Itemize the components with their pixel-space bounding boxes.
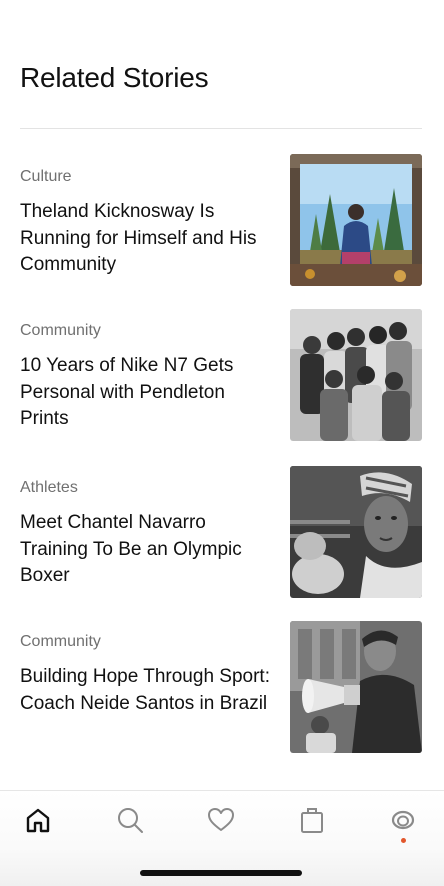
story-category: Community <box>20 633 101 650</box>
tab-bag[interactable] <box>297 805 327 835</box>
story-thumbnail-coach-megaphone[interactable] <box>290 621 422 753</box>
story-title[interactable]: Theland Kicknosway Is Running for Himsel… <box>20 199 272 279</box>
tab-profile[interactable] <box>388 805 418 835</box>
story-thumbnail-forest-runner[interactable] <box>290 154 422 286</box>
coach-megaphone-photo <box>290 621 422 753</box>
tab-favorites[interactable] <box>206 805 236 835</box>
story-text: Culture Theland Kicknosway Is Running fo… <box>20 167 272 279</box>
story-category: Culture <box>20 168 72 185</box>
story-text: Athletes Meet Chantel Navarro Training T… <box>20 478 272 590</box>
story-card[interactable]: Community 10 Years of Nike N7 Gets Perso… <box>20 309 422 443</box>
home-indicator <box>140 870 302 876</box>
tab-home[interactable] <box>23 805 53 835</box>
story-thumbnail-boxer[interactable] <box>290 466 422 598</box>
story-title[interactable]: Building Hope Through Sport: Coach Neide… <box>20 664 272 717</box>
story-card[interactable]: Community Building Hope Through Sport: C… <box>20 621 422 755</box>
profile-notification-dot <box>401 838 406 843</box>
home-icon <box>26 808 50 833</box>
story-text: Community Building Hope Through Sport: C… <box>20 632 272 717</box>
search-icon <box>118 808 143 833</box>
story-text: Community 10 Years of Nike N7 Gets Perso… <box>20 321 272 433</box>
heart-icon <box>208 808 234 831</box>
boxer-photo <box>290 466 422 598</box>
story-card[interactable]: Culture Theland Kicknosway Is Running fo… <box>20 154 422 288</box>
group-portrait-photo <box>290 309 422 441</box>
tab-search[interactable] <box>115 805 145 835</box>
title-divider <box>20 128 422 129</box>
story-category: Community <box>20 322 101 339</box>
story-title[interactable]: 10 Years of Nike N7 Gets Personal with P… <box>20 353 272 433</box>
story-category: Athletes <box>20 479 78 496</box>
profile-icon <box>391 810 415 830</box>
forest-runner-photo <box>290 154 422 286</box>
story-title[interactable]: Meet Chantel Navarro Training To Be an O… <box>20 510 272 590</box>
story-card[interactable]: Athletes Meet Chantel Navarro Training T… <box>20 466 422 600</box>
bag-icon <box>301 808 323 833</box>
page-title: Related Stories <box>20 62 209 93</box>
story-thumbnail-group-portrait[interactable] <box>290 309 422 441</box>
